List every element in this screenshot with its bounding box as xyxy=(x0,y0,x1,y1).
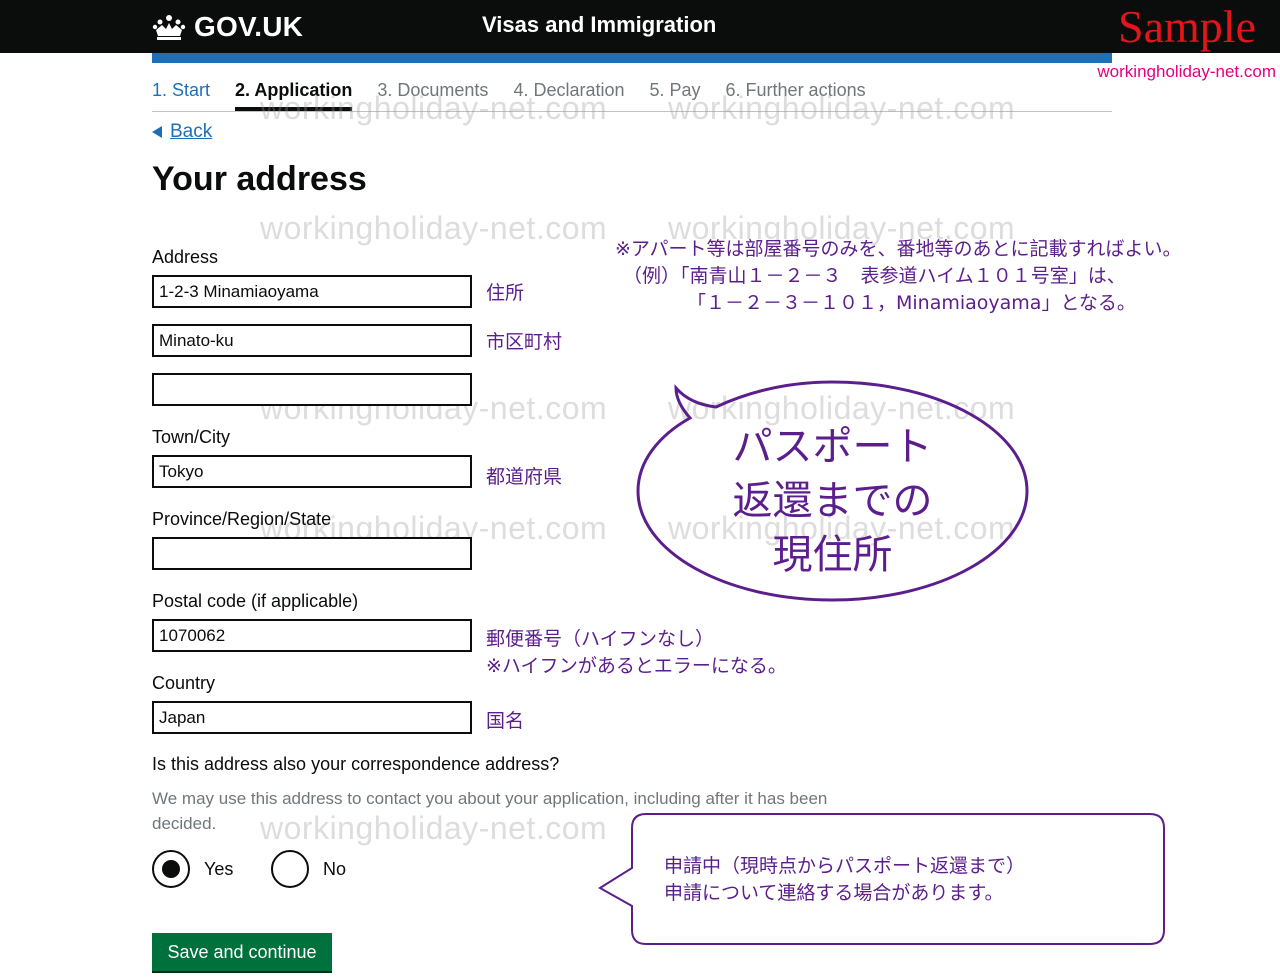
town-label: Town/City xyxy=(152,427,231,447)
logo-text: GOV.UK xyxy=(194,11,304,42)
address-line3-input[interactable] xyxy=(152,373,472,406)
address-line1-input[interactable] xyxy=(152,275,472,308)
box-line-2: 申請について連絡する場合があります。 xyxy=(664,882,1004,904)
province-input[interactable] xyxy=(152,537,472,570)
radio-no[interactable]: No xyxy=(271,850,346,888)
box-callout-text: 申請中（現時点からパスポート返還まで） 申請について連絡する場合があります。 xyxy=(664,853,1025,907)
address-label: Address xyxy=(152,247,219,267)
town-annotation: 都道府県 xyxy=(486,466,563,488)
postal-annotation-1: 郵便番号（ハイフンなし） xyxy=(486,628,715,650)
correspondence-question: Is this address also your correspondence… xyxy=(152,754,560,774)
sample-label: Sample xyxy=(1118,1,1256,52)
radio-yes[interactable]: Yes xyxy=(152,850,233,888)
service-name[interactable]: Visas and Immigration xyxy=(482,12,716,38)
country-label: Country xyxy=(152,673,216,693)
address-note-2: （例）「南青山１－２－３ 表参道ハイム１０１号室」は、 xyxy=(623,265,1126,287)
postal-code-label: Postal code (if applicable) xyxy=(152,591,359,611)
oval-callout-text: パスポート 返還までの 現住所 xyxy=(700,420,965,582)
step-declaration: 4. Declaration xyxy=(513,80,625,100)
radio-no-circle[interactable] xyxy=(271,850,309,888)
site-url: workingholiday-net.com xyxy=(1097,62,1276,81)
radio-yes-circle[interactable] xyxy=(152,850,190,888)
radio-no-label: No xyxy=(323,858,347,879)
save-and-continue-button[interactable]: Save and continue xyxy=(152,933,332,971)
oval-line-2: 返還までの xyxy=(732,478,933,524)
address-line2-input[interactable] xyxy=(152,324,472,357)
correspondence-hint: We may use this address to contact you a… xyxy=(152,789,828,833)
crown-icon xyxy=(152,15,186,40)
watermark: workingholiday-net.com xyxy=(260,210,608,246)
address-annotation: 住所 xyxy=(486,282,525,304)
step-start[interactable]: 1. Start xyxy=(152,80,210,111)
progress-steps: 1. Start 2. Application 3. Documents 4. … xyxy=(152,80,891,111)
step-further-actions: 6. Further actions xyxy=(725,80,866,100)
line2-annotation: 市区町村 xyxy=(486,331,563,353)
page-title: Your address xyxy=(152,160,367,198)
address-note-1: ※アパート等は部屋番号のみを、番地等のあとに記載すればよい。 xyxy=(615,238,1182,260)
step-application: 2. Application xyxy=(235,80,353,111)
header-blue-bar xyxy=(152,53,1112,63)
radio-yes-label: Yes xyxy=(204,858,234,879)
steps-divider xyxy=(152,111,1112,112)
country-annotation: 国名 xyxy=(486,710,525,732)
town-input[interactable] xyxy=(152,455,472,488)
gov-uk-logo[interactable]: GOV.UK xyxy=(152,8,303,46)
province-label: Province/Region/State xyxy=(152,509,332,529)
postal-annotation-2: ※ハイフンがあるとエラーになる。 xyxy=(486,655,787,677)
step-pay: 5. Pay xyxy=(649,80,701,100)
step-documents: 3. Documents xyxy=(377,80,489,100)
country-input[interactable] xyxy=(152,701,472,734)
back-link-label: Back xyxy=(170,121,213,142)
back-link[interactable]: Back xyxy=(152,121,212,143)
address-note-3: 「１－２－３－１０１，Minamiaoyama」となる。 xyxy=(687,292,1136,314)
box-line-1: 申請中（現時点からパスポート返還まで） xyxy=(664,855,1026,877)
postal-code-input[interactable] xyxy=(152,619,472,652)
oval-line-1: パスポート xyxy=(732,424,933,470)
oval-line-3: 現住所 xyxy=(772,532,893,578)
back-arrow-icon xyxy=(152,126,162,138)
